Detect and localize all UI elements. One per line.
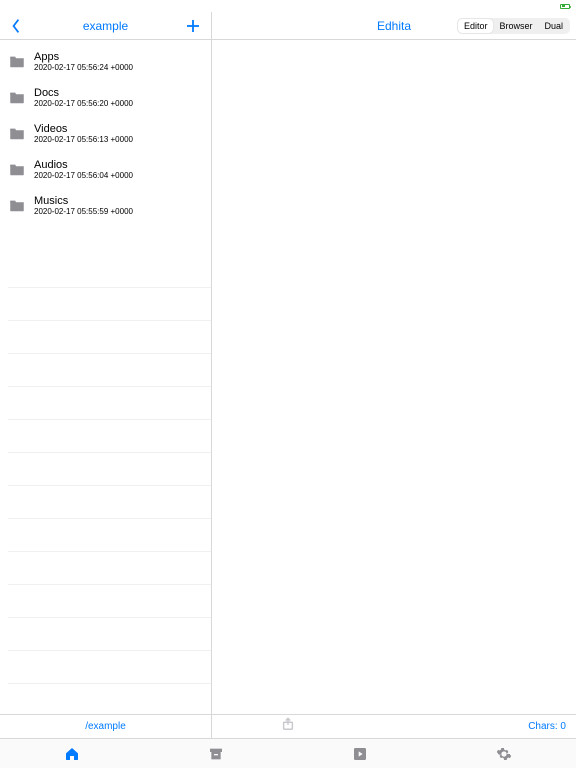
list-item[interactable]: Musics 2020-02-17 05:55:59 +0000 (0, 188, 211, 224)
archive-icon (208, 746, 224, 762)
main-split: Apps 2020-02-17 05:56:24 +0000 Docs 2020… (0, 40, 576, 714)
app-title: Edhita (377, 19, 411, 33)
folder-timestamp: 2020-02-17 05:56:24 +0000 (34, 64, 133, 73)
folder-name: Videos (34, 123, 133, 135)
folder-name: Apps (34, 51, 133, 63)
home-icon (64, 746, 80, 762)
battery-icon (560, 4, 570, 9)
share-icon (281, 717, 295, 731)
segment-browser[interactable]: Browser (493, 19, 538, 33)
back-button[interactable] (4, 12, 28, 39)
play-icon (352, 746, 368, 762)
tab-settings[interactable] (432, 739, 576, 768)
nav-left: example (0, 12, 212, 39)
segment-dual[interactable]: Dual (538, 19, 569, 33)
list-item[interactable]: Videos 2020-02-17 05:56:13 +0000 (0, 116, 211, 152)
tab-play[interactable] (288, 739, 432, 768)
folder-name: Docs (34, 87, 133, 99)
folder-icon (8, 125, 26, 143)
list-item[interactable]: Audios 2020-02-17 05:56:04 +0000 (0, 152, 211, 188)
nav-right: Edhita Editor Browser Dual (212, 12, 576, 39)
folder-name: Musics (34, 195, 133, 207)
char-count: Chars: 0 (528, 721, 566, 732)
chevron-left-icon (10, 18, 22, 34)
folder-icon (8, 161, 26, 179)
list-item[interactable]: Apps 2020-02-17 05:56:24 +0000 (0, 44, 211, 80)
sidebar-title: example (83, 19, 128, 33)
tab-home[interactable] (0, 739, 144, 768)
folder-timestamp: 2020-02-17 05:56:04 +0000 (34, 172, 133, 181)
folder-timestamp: 2020-02-17 05:55:59 +0000 (34, 208, 133, 217)
strip-right: Chars: 0 (212, 715, 576, 738)
folder-icon (8, 197, 26, 215)
list-item[interactable]: Docs 2020-02-17 05:56:20 +0000 (0, 80, 211, 116)
nav-bar: example Edhita Editor Browser Dual (0, 12, 576, 40)
sidebar: Apps 2020-02-17 05:56:24 +0000 Docs 2020… (0, 40, 212, 714)
path-label: /example (0, 715, 212, 738)
add-button[interactable] (181, 12, 205, 39)
tab-archive[interactable] (144, 739, 288, 768)
share-button[interactable] (281, 717, 295, 736)
folder-icon (8, 89, 26, 107)
tab-bar (0, 738, 576, 768)
folder-icon (8, 53, 26, 71)
empty-separators (8, 255, 211, 684)
editor-area[interactable] (212, 40, 576, 714)
folder-timestamp: 2020-02-17 05:56:20 +0000 (34, 100, 133, 109)
status-strip: /example Chars: 0 (0, 714, 576, 738)
folder-name: Audios (34, 159, 133, 171)
status-bar (0, 0, 576, 12)
segment-editor[interactable]: Editor (458, 19, 494, 33)
gear-icon (496, 746, 512, 762)
folder-timestamp: 2020-02-17 05:56:13 +0000 (34, 136, 133, 145)
view-mode-segmented-control[interactable]: Editor Browser Dual (457, 18, 570, 34)
plus-icon (186, 19, 200, 33)
folder-list: Apps 2020-02-17 05:56:24 +0000 Docs 2020… (0, 40, 211, 224)
